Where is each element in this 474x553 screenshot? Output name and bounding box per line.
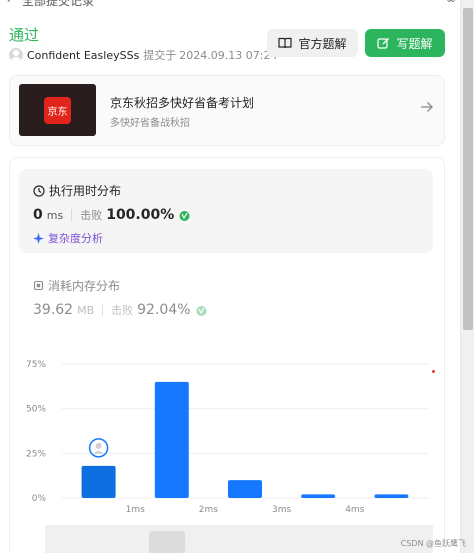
memory-beat-label: 击败 [111,304,134,317]
back-arrow-icon[interactable]: ‹ [6,0,11,6]
memory-unit: MB [77,304,95,317]
clock-icon [33,184,45,197]
clap-icon [179,210,190,221]
jd-logo: 京东 [44,97,71,124]
memory-value: 39.62 [33,302,74,318]
chart-bar[interactable] [81,465,116,498]
scrollbar-thumb[interactable] [463,8,473,330]
divider [102,304,104,316]
share-icon[interactable]: ∞ [446,0,456,6]
chart-svg: 0% 25% 50% 75% 1ms 2ms 3ms 4ms [26,360,428,515]
runtime-distribution-chart[interactable]: 0% 25% 50% 75% 1ms 2ms 3ms 4ms [20,350,440,525]
user-avatar-head [95,442,102,449]
red-dot-marker [432,370,435,373]
chart-bar[interactable] [301,494,336,498]
x-tick-label: 1ms [126,505,145,515]
submit-time: 2024.09.13 07:24 [179,48,278,62]
chart-bar[interactable] [228,480,262,498]
write-solution-label: 写题解 [396,36,433,51]
runtime-unit: ms [46,209,64,222]
slider-handle[interactable] [149,531,185,553]
memory-title-text: 消耗内存分布 [48,279,121,293]
promo-subtitle: 多快好省备战秋招 [110,118,190,129]
breadcrumb-all-submissions[interactable]: 全部提交记录 [22,0,94,9]
runtime-title-text: 执行用时分布 [49,184,122,198]
y-tick-label: 50% [26,405,46,415]
y-tick-label: 75% [26,360,46,370]
runtime-title: 执行用时分布 [33,182,121,199]
status-accepted: 通过 [9,26,40,44]
promo-image: 京东 [19,84,96,136]
avatar[interactable] [9,48,23,62]
chip-icon [33,280,44,291]
edit-icon [377,37,390,49]
runtime-beat-label: 击败 [80,209,103,222]
promo-title: 京东秋招多快好省备考计划 [110,96,255,110]
runtime-value: 0 [33,207,43,223]
y-tick-label: 25% [26,449,46,459]
x-tick-label: 3ms [272,505,291,515]
y-tick-label: 0% [32,494,47,504]
author-row: Confident EasleySSs 提交于 2024.09.13 07:24 [9,47,277,63]
x-tick-label: 4ms [345,505,364,515]
author-name[interactable]: Confident EasleySSs [27,49,139,62]
write-solution-button[interactable]: 写题解 [365,29,445,57]
chart-range-slider[interactable] [45,525,433,553]
vertical-scrollbar[interactable] [460,0,474,553]
x-tick-label: 2ms [199,505,218,515]
watermark: CSDN @鱼跃鹰飞 [400,539,466,548]
memory-percent: 92.04% [137,302,191,318]
memory-title[interactable]: 消耗内存分布 [33,277,120,294]
divider [71,209,73,221]
official-solution-button[interactable]: 官方题解 [267,29,358,57]
memory-stats: 39.62 MB 击败 92.04% [33,302,208,318]
complexity-analysis-link[interactable]: 复杂度分析 [33,230,103,246]
top-breadcrumb-bar: ‹ 全部提交记录 ∞ [0,0,460,8]
runtime-percent: 100.00% [106,207,175,223]
clap-icon [196,305,207,316]
chart-bar[interactable] [154,381,189,498]
book-icon [278,37,293,49]
complexity-analysis-label: 复杂度分析 [48,232,103,245]
arrow-right-icon[interactable] [420,101,434,113]
sparkle-icon [33,232,44,244]
official-solution-label: 官方题解 [298,36,347,51]
chart-bar[interactable] [374,494,409,498]
promo-banner[interactable]: 京东 京东秋招多快好省备考计划 多快好省备战秋招 [9,75,445,146]
runtime-stats: 0 ms 击败 100.00% [33,207,191,223]
submit-label: 提交于 [143,49,177,62]
submission-detail-page: ‹ 全部提交记录 ∞ 通过 Confident EasleySSs 提交于 20… [0,0,460,553]
runtime-card[interactable]: 执行用时分布 0 ms 击败 100.00% 复杂度分析 [19,169,433,253]
